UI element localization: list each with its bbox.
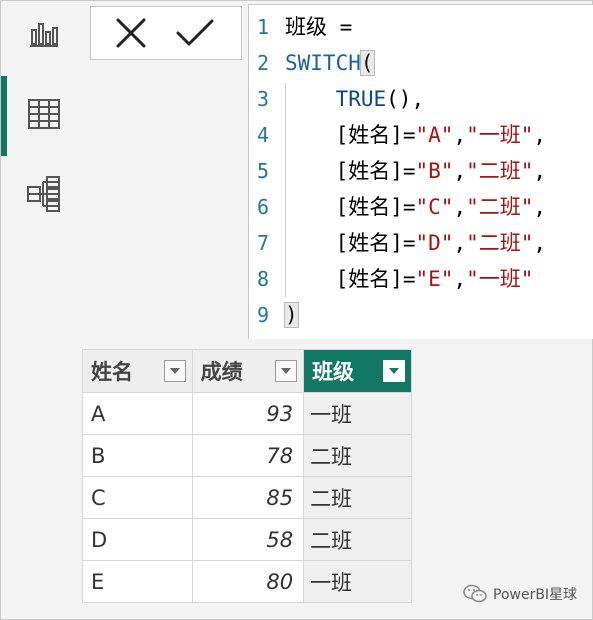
code-token: ) <box>284 302 299 328</box>
score-cell[interactable]: 80 <box>191 560 305 603</box>
code-token: "一班" <box>466 267 534 291</box>
line-number: 1 <box>256 15 269 39</box>
cancel-button[interactable] <box>101 9 161 57</box>
table-row[interactable]: A 93 一班 <box>82 392 412 435</box>
view-rail <box>0 0 82 260</box>
column-header[interactable]: 成绩 <box>191 349 305 393</box>
line-number: 7 <box>256 231 269 255</box>
code-token: , <box>533 123 547 147</box>
code-text: [姓名]="C","二班", <box>285 189 547 225</box>
code-token: 班级 = <box>285 15 353 39</box>
name-cell[interactable]: A <box>82 392 193 435</box>
chevron-down-icon <box>281 368 292 374</box>
data-table: 姓名 成绩 班级 A 93 一班 B 78 二班 C 85 二班 D 58 二班 E 80 一班 <box>82 349 412 603</box>
line-number: 6 <box>256 195 269 219</box>
class-cell[interactable]: 一班 <box>303 392 412 435</box>
line-number: 2 <box>256 51 269 75</box>
dax-formula-editor[interactable]: 1 班级 = 2 SWITCH(3 TRUE(), 4 [姓名]="A","一班", 5 … <box>248 4 593 339</box>
column-filter-button[interactable] <box>383 360 405 382</box>
name-cell[interactable]: C <box>82 476 193 519</box>
watermark: PowerBI星球 <box>462 584 577 604</box>
table-row[interactable]: D 58 二班 <box>82 518 412 561</box>
class-cell[interactable]: 二班 <box>303 518 412 561</box>
line-number: 9 <box>256 303 269 327</box>
code-token: SWITCH <box>285 51 361 75</box>
code-token: , <box>453 123 467 147</box>
code-token: "一班" <box>466 123 534 147</box>
score-cell[interactable]: 93 <box>191 392 305 435</box>
class-cell[interactable]: 二班 <box>303 476 412 519</box>
class-cell[interactable]: 一班 <box>303 560 412 603</box>
code-token: , <box>453 267 467 291</box>
score-cell[interactable]: 85 <box>191 476 305 519</box>
name-cell[interactable]: E <box>82 560 193 603</box>
score-cell[interactable]: 58 <box>191 518 305 561</box>
bar-chart-icon <box>30 23 58 47</box>
line-number: 3 <box>256 87 269 111</box>
code-token: TRUE <box>285 87 387 111</box>
code-token: , <box>533 231 547 255</box>
table-view-button[interactable] <box>22 94 66 134</box>
code-token: "A" <box>415 123 454 147</box>
code-token: [姓名]= <box>285 159 416 183</box>
table-grid-icon <box>28 99 60 129</box>
column-filter-button[interactable] <box>275 360 298 382</box>
code-token: [姓名]= <box>285 231 416 255</box>
chevron-down-icon <box>169 368 180 374</box>
code-token: [姓名]= <box>285 267 416 291</box>
close-icon <box>116 18 146 48</box>
formula-commit-box <box>90 6 242 60</box>
model-view-button[interactable] <box>22 174 66 214</box>
code-text: [姓名]="E","一班" <box>285 261 534 297</box>
table-row[interactable]: B 78 二班 <box>82 434 412 477</box>
table-row[interactable]: C 85 二班 <box>82 476 412 519</box>
code-token: , <box>533 159 547 183</box>
code-token: , <box>533 195 547 219</box>
code-text: [姓名]="D","二班", <box>285 225 547 261</box>
code-token: "B" <box>415 159 454 183</box>
code-text: [姓名]="A","一班", <box>285 117 547 153</box>
code-token: "二班" <box>466 231 534 255</box>
line-number: 5 <box>256 159 269 183</box>
column-header[interactable]: 班级 <box>303 349 412 393</box>
code-token: "D" <box>415 231 454 255</box>
column-header-label: 成绩 <box>200 360 243 384</box>
code-text: TRUE(), <box>285 81 425 117</box>
score-cell[interactable]: 78 <box>191 434 305 477</box>
code-token: (), <box>386 87 425 111</box>
class-cell[interactable]: 二班 <box>303 434 412 477</box>
column-header-label: 姓名 <box>91 360 133 384</box>
name-cell[interactable]: D <box>82 518 193 561</box>
active-view-indicator <box>1 76 7 156</box>
report-view-button[interactable] <box>22 14 66 54</box>
column-filter-button[interactable] <box>163 360 186 382</box>
code-token: , <box>453 195 467 219</box>
commit-button[interactable] <box>165 9 225 57</box>
code-token: [姓名]= <box>285 123 416 147</box>
chevron-down-icon <box>389 368 399 374</box>
code-text: SWITCH( <box>285 45 375 81</box>
checkmark-icon <box>176 19 214 46</box>
wechat-icon <box>463 584 487 603</box>
code-token: , <box>453 159 467 183</box>
code-token: "二班" <box>466 159 534 183</box>
code-token: "二班" <box>466 195 534 219</box>
name-cell[interactable]: B <box>82 434 193 477</box>
code-token: [姓名]= <box>285 195 416 219</box>
column-header-label: 班级 <box>312 360 355 384</box>
watermark-text: PowerBI星球 <box>493 587 578 603</box>
code-token: "E" <box>415 267 454 291</box>
code-text: [姓名]="B","二班", <box>285 153 547 189</box>
line-number: 8 <box>256 267 269 291</box>
table-row[interactable]: E 80 一班 <box>82 560 412 603</box>
model-diagram-icon <box>27 176 60 212</box>
code-text: 班级 = <box>285 9 352 45</box>
line-number: 4 <box>256 123 269 147</box>
code-token: "C" <box>415 195 454 219</box>
code-token: ( <box>359 50 375 76</box>
column-header[interactable]: 姓名 <box>82 349 193 393</box>
code-token: , <box>453 231 467 255</box>
code-text: ) <box>284 297 299 333</box>
